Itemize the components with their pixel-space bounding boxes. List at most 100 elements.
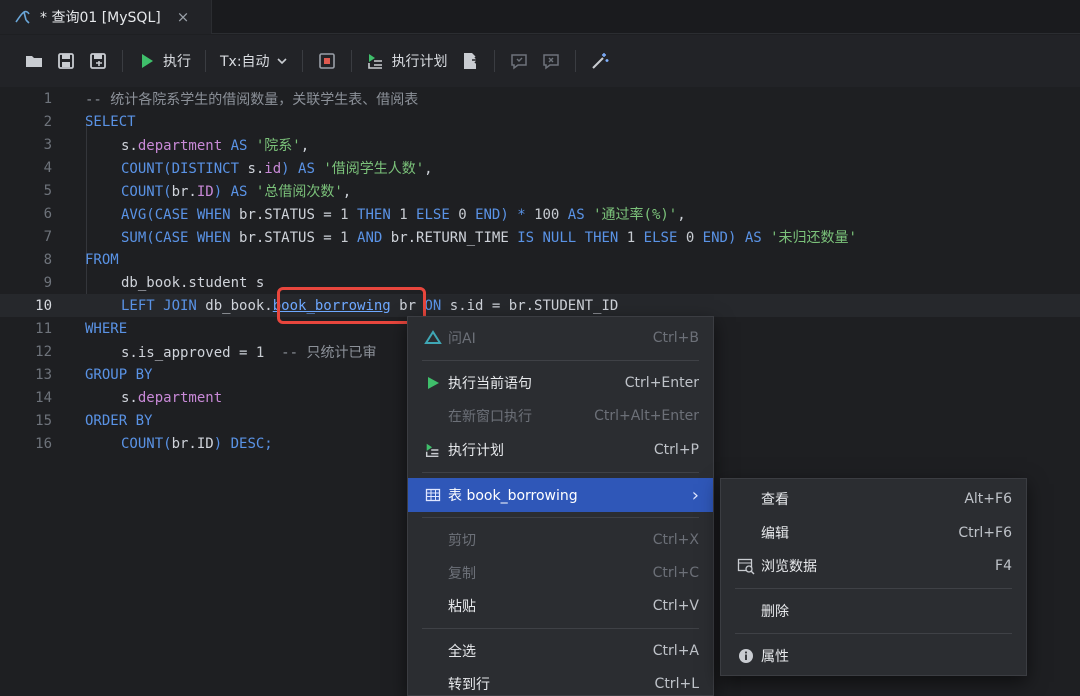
string-literal: '通过率(%)'	[593, 206, 678, 223]
close-icon[interactable]: ×	[177, 8, 190, 26]
comment-button[interactable]	[503, 46, 535, 76]
number: 0	[685, 229, 695, 246]
code-line: 6 AVG(CASE WHEN br.STATUS = 1 THEN 1 ELSE…	[0, 202, 1080, 225]
menu-item-ask-ai[interactable]: 问AI Ctrl+B	[408, 321, 713, 355]
open-file-button[interactable]	[18, 46, 50, 76]
keyword: IS NULL THEN	[508, 229, 627, 246]
column: ID	[196, 183, 214, 200]
menu-item-copy[interactable]: 复制 Ctrl+C	[408, 556, 713, 590]
punct: ,	[424, 160, 433, 177]
keyword: ELSE	[635, 229, 686, 246]
code-line: 8 FROM	[0, 248, 1080, 271]
keyword: ON	[424, 297, 450, 314]
line-number: 11	[35, 320, 52, 337]
browse-data-icon	[737, 557, 755, 575]
menu-label: 执行当前语句	[448, 376, 532, 392]
save-as-button[interactable]	[82, 46, 114, 76]
line-number: 1	[43, 90, 52, 107]
identifier: s.	[121, 137, 138, 154]
submenu-item-browse-data[interactable]: 浏览数据 F4	[721, 549, 1026, 583]
submenu-item-view[interactable]: 查看 Alt+F6	[721, 482, 1026, 516]
menu-item-cut[interactable]: 剪切 Ctrl+X	[408, 523, 713, 557]
identifier: br.ID	[171, 435, 214, 452]
keyword: GROUP BY	[85, 366, 153, 383]
transaction-mode-dropdown[interactable]: Tx:自动	[214, 46, 294, 76]
identifier: db_book.	[205, 297, 273, 314]
line-number: 2	[43, 113, 52, 130]
menu-item-table-book-borrowing[interactable]: 表 book_borrowing ›	[408, 478, 713, 512]
menu-label: 编辑	[761, 526, 789, 542]
tab-title: * 查询01 [MySQL]	[40, 10, 161, 26]
function: COUNT(DISTINCT	[121, 160, 248, 177]
code-line: 5 COUNT(br.ID) AS '总借阅次数',	[0, 179, 1080, 202]
punct: ,	[677, 206, 686, 223]
keyword: END) *	[466, 206, 535, 223]
info-icon	[737, 647, 755, 665]
tab-bar: * 查询01 [MySQL] ×	[0, 0, 1080, 34]
table-submenu: 查看 Alt+F6 编辑 Ctrl+F6 浏览数据 F4 删除 属性	[720, 478, 1027, 676]
menu-label: 属性	[761, 649, 789, 665]
keyword: END) AS	[694, 229, 771, 246]
uncomment-button[interactable]	[535, 46, 567, 76]
run-label: 执行	[163, 54, 191, 70]
menu-label: 执行计划	[448, 443, 504, 459]
string-literal: '院系'	[255, 137, 301, 154]
column: department	[137, 389, 223, 406]
keyword: ) AS	[281, 160, 324, 177]
code-line: 2 SELECT	[0, 110, 1080, 133]
keyword: AS	[222, 137, 256, 154]
code-line: 3 s.department AS '院系',	[0, 133, 1080, 156]
keyword: LEFT JOIN	[121, 297, 206, 314]
menu-shortcut: Ctrl+V	[652, 598, 699, 614]
execution-plan-icon	[367, 54, 382, 69]
uncomment-icon	[542, 54, 559, 70]
line-number: 6	[43, 205, 52, 222]
toolbar-divider	[122, 50, 123, 72]
menu-item-run-new-window[interactable]: 在新窗口执行 Ctrl+Alt+Enter	[408, 399, 713, 433]
menu-shortcut: Ctrl+L	[654, 676, 699, 692]
sql-comment: -- 统计各院系学生的借阅数量，关联学生表、借阅表	[85, 91, 419, 108]
identifier: br.RETURN_TIME	[390, 229, 509, 246]
menu-shortcut: Ctrl+X	[652, 532, 699, 548]
export-icon	[463, 53, 479, 69]
menu-item-explain-plan[interactable]: 执行计划 Ctrl+P	[408, 433, 713, 467]
keyword: FROM	[85, 251, 119, 268]
mysql-icon	[15, 10, 30, 24]
menu-item-select-all[interactable]: 全选 Ctrl+A	[408, 634, 713, 668]
save-button[interactable]	[50, 46, 82, 76]
menu-divider	[735, 633, 1012, 634]
submenu-item-edit[interactable]: 编辑 Ctrl+F6	[721, 516, 1026, 550]
menu-label: 全选	[448, 644, 476, 660]
menu-divider	[422, 517, 699, 518]
menu-item-run-current[interactable]: 执行当前语句 Ctrl+Enter	[408, 366, 713, 400]
tab-query01[interactable]: * 查询01 [MySQL] ×	[0, 0, 212, 34]
beautify-button[interactable]	[584, 46, 616, 76]
code-line: 1 -- 统计各院系学生的借阅数量，关联学生表、借阅表	[0, 87, 1080, 110]
menu-shortcut: Ctrl+B	[652, 330, 699, 346]
transaction-mode-label: Tx:自动	[220, 54, 270, 70]
code-line: 4 COUNT(DISTINCT s.id) AS '借阅学生人数',	[0, 156, 1080, 179]
submenu-item-delete[interactable]: 删除	[721, 594, 1026, 628]
menu-label: 表 book_borrowing	[448, 488, 578, 504]
line-number: 7	[43, 228, 52, 245]
menu-label: 问AI	[448, 331, 476, 347]
stop-button[interactable]	[311, 46, 343, 76]
string-literal: '未归还数量'	[770, 229, 857, 246]
menu-shortcut: Ctrl+F6	[958, 525, 1012, 541]
menu-label: 在新窗口执行	[448, 409, 532, 425]
explain-plan-button[interactable]: 执行计划	[360, 46, 454, 76]
identifier: s.	[247, 160, 265, 177]
toolbar-divider	[301, 50, 303, 72]
identifier: s.is_approved =	[121, 344, 256, 361]
keyword: ) AS	[213, 183, 256, 200]
export-button[interactable]	[454, 46, 486, 76]
menu-item-goto-line[interactable]: 转到行 Ctrl+L	[408, 667, 713, 696]
run-button[interactable]: 执行	[131, 46, 197, 76]
menu-shortcut: Ctrl+A	[652, 643, 699, 659]
toolbar-divider	[205, 50, 206, 72]
menu-item-paste[interactable]: 粘贴 Ctrl+V	[408, 589, 713, 623]
submenu-item-properties[interactable]: 属性	[721, 639, 1026, 673]
number: 1	[340, 206, 349, 223]
code-line: 7 SUM(CASE WHEN br.STATUS = 1 AND br.RETU…	[0, 225, 1080, 248]
column: id	[264, 160, 282, 177]
